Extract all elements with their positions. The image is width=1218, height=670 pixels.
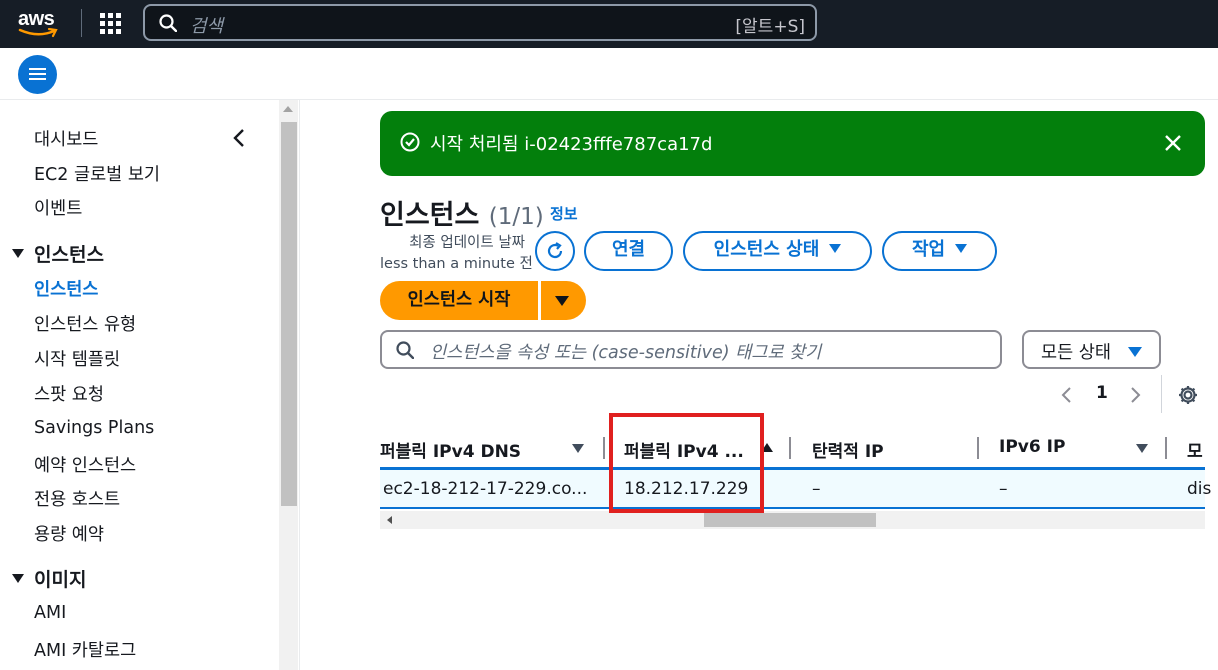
annotation-highlight-box: [609, 413, 764, 513]
last-updated-value: less than a minute 전: [380, 256, 533, 272]
sort-caret-icon[interactable]: [572, 444, 584, 453]
caret-down-icon: [955, 243, 968, 253]
info-link[interactable]: 정보: [550, 203, 578, 224]
sort-caret-icon[interactable]: [1136, 444, 1148, 453]
column-divider[interactable]: [789, 437, 791, 459]
last-updated-label: 최종 업데이트 날짜: [409, 235, 525, 251]
side-navigation: 대시보드 EC2 글로벌 보기 이벤트 인스턴스 인스턴스 인스턴스 유형 시작…: [0, 100, 300, 670]
success-check-icon: [400, 132, 420, 152]
refresh-icon: [547, 242, 563, 259]
success-flash-notification: 시작 처리됨 i-02423fffe787ca17d: [380, 111, 1205, 176]
caret-down-icon: [12, 249, 24, 258]
scroll-up-arrow-icon[interactable]: [283, 106, 293, 112]
actions-label: 작업: [911, 239, 946, 260]
search-icon: [396, 341, 414, 359]
hamburger-menu-icon[interactable]: [18, 55, 57, 94]
aws-smile-icon: [18, 28, 58, 38]
filter-placeholder: 인스턴스을 속성 또는 (case-sensitive) 태그로 찾기: [430, 343, 822, 363]
previous-page-icon[interactable]: [1060, 386, 1072, 404]
instance-state-label: 인스턴스 상태: [713, 239, 820, 260]
sidebar-section-images[interactable]: 이미지: [12, 565, 86, 592]
sidebar-section-label: 인스턴스: [34, 244, 104, 266]
caret-down-icon: [1128, 347, 1142, 357]
connect-button[interactable]: 연결: [584, 231, 673, 271]
chevron-left-icon[interactable]: [232, 128, 246, 148]
caret-down-icon: [12, 574, 24, 583]
sidebar-item-savings-plans[interactable]: Savings Plans: [34, 418, 154, 438]
launch-instances-dropdown[interactable]: [541, 281, 586, 320]
launch-instances-button[interactable]: 인스턴스 시작: [380, 281, 538, 320]
close-icon[interactable]: [1163, 133, 1183, 153]
sidebar-item-ec2-global-view[interactable]: EC2 글로벌 보기: [34, 161, 160, 186]
sidebar-item-dedicated-hosts[interactable]: 전용 호스트: [34, 486, 120, 511]
column-header-public-ipv4-dns[interactable]: 퍼블릭 IPv4 DNS: [380, 437, 521, 462]
page-title: 인스턴스 (1/1): [380, 193, 544, 232]
cell-public-ipv4-dns: ec2-18-212-17-229.co...: [383, 479, 588, 499]
topbar-divider: [81, 9, 82, 37]
aws-logo[interactable]: aws: [18, 8, 62, 38]
sidebar-item-spot-requests[interactable]: 스팟 요청: [34, 381, 104, 406]
refresh-button[interactable]: [535, 231, 575, 271]
sidebar-item-events[interactable]: 이벤트: [34, 195, 82, 220]
next-page-icon[interactable]: [1130, 386, 1142, 404]
connect-button-label: 연결: [611, 239, 646, 260]
column-divider[interactable]: [1165, 437, 1167, 459]
caret-down-icon: [829, 243, 842, 253]
top-navigation-bar: aws 검색 [알트+S]: [0, 0, 1218, 48]
search-shortcut: [알트+S]: [735, 17, 805, 37]
sidebar-item-launch-templates[interactable]: 시작 템플릿: [34, 346, 120, 371]
global-search-input[interactable]: 검색 [알트+S]: [143, 4, 817, 41]
state-filter-value: 모든 상태: [1041, 343, 1111, 363]
sidebar-item-dashboard[interactable]: 대시보드: [34, 126, 98, 151]
scroll-left-arrow-icon[interactable]: [387, 516, 392, 524]
instance-filter-input[interactable]: 인스턴스을 속성 또는 (case-sensitive) 태그로 찾기: [380, 330, 1002, 369]
search-icon: [159, 14, 177, 32]
sidebar-item-ami-catalog[interactable]: AMI 카탈로그: [34, 637, 136, 662]
column-header-elastic-ip[interactable]: 탄력적 IP: [812, 437, 884, 462]
search-placeholder: 검색: [190, 16, 224, 37]
current-page-number[interactable]: 1: [1096, 383, 1108, 403]
pagination-divider: [1161, 375, 1162, 413]
sidebar-item-instance-types[interactable]: 인스턴스 유형: [34, 311, 136, 336]
table-scrollbar-thumb[interactable]: [704, 513, 876, 527]
column-divider[interactable]: [977, 437, 979, 459]
cell-ipv6-ip: –: [999, 479, 1008, 499]
launch-instances-label: 인스턴스 시작: [407, 290, 511, 310]
sidebar-section-instances[interactable]: 인스턴스: [12, 240, 104, 267]
sidebar-item-capacity-reservations[interactable]: 용량 예약: [34, 521, 104, 546]
sidebar-scrollbar-thumb[interactable]: [281, 122, 297, 506]
sidebar-section-label: 이미지: [34, 569, 87, 591]
actions-dropdown[interactable]: 작업: [882, 231, 997, 271]
instance-state-dropdown[interactable]: 인스턴스 상태: [683, 231, 872, 271]
sidebar-item-instances[interactable]: 인스턴스: [34, 276, 98, 301]
column-header-ipv6-ip[interactable]: IPv6 IP: [999, 437, 1065, 457]
sidebar-item-ami[interactable]: AMI: [34, 603, 66, 623]
gear-icon[interactable]: [1177, 384, 1199, 406]
column-header-truncated[interactable]: 모: [1187, 437, 1203, 462]
selected-row-border: [380, 507, 1205, 509]
secondary-bar: [0, 48, 1218, 100]
apps-grid-icon[interactable]: [100, 13, 122, 35]
caret-down-icon: [555, 296, 569, 306]
selection-count: (1/1): [488, 204, 544, 230]
table-horizontal-scrollbar[interactable]: [380, 511, 1205, 529]
cell-truncated: dis: [1187, 479, 1212, 499]
state-filter-select[interactable]: 모든 상태: [1022, 330, 1161, 369]
column-divider[interactable]: [603, 437, 605, 459]
page-title-text: 인스턴스: [380, 200, 480, 231]
sidebar-item-reserved-instances[interactable]: 예약 인스턴스: [34, 452, 136, 477]
flash-message: 시작 처리됨 i-02423fffe787ca17d: [430, 134, 713, 155]
cell-elastic-ip: –: [812, 479, 821, 499]
